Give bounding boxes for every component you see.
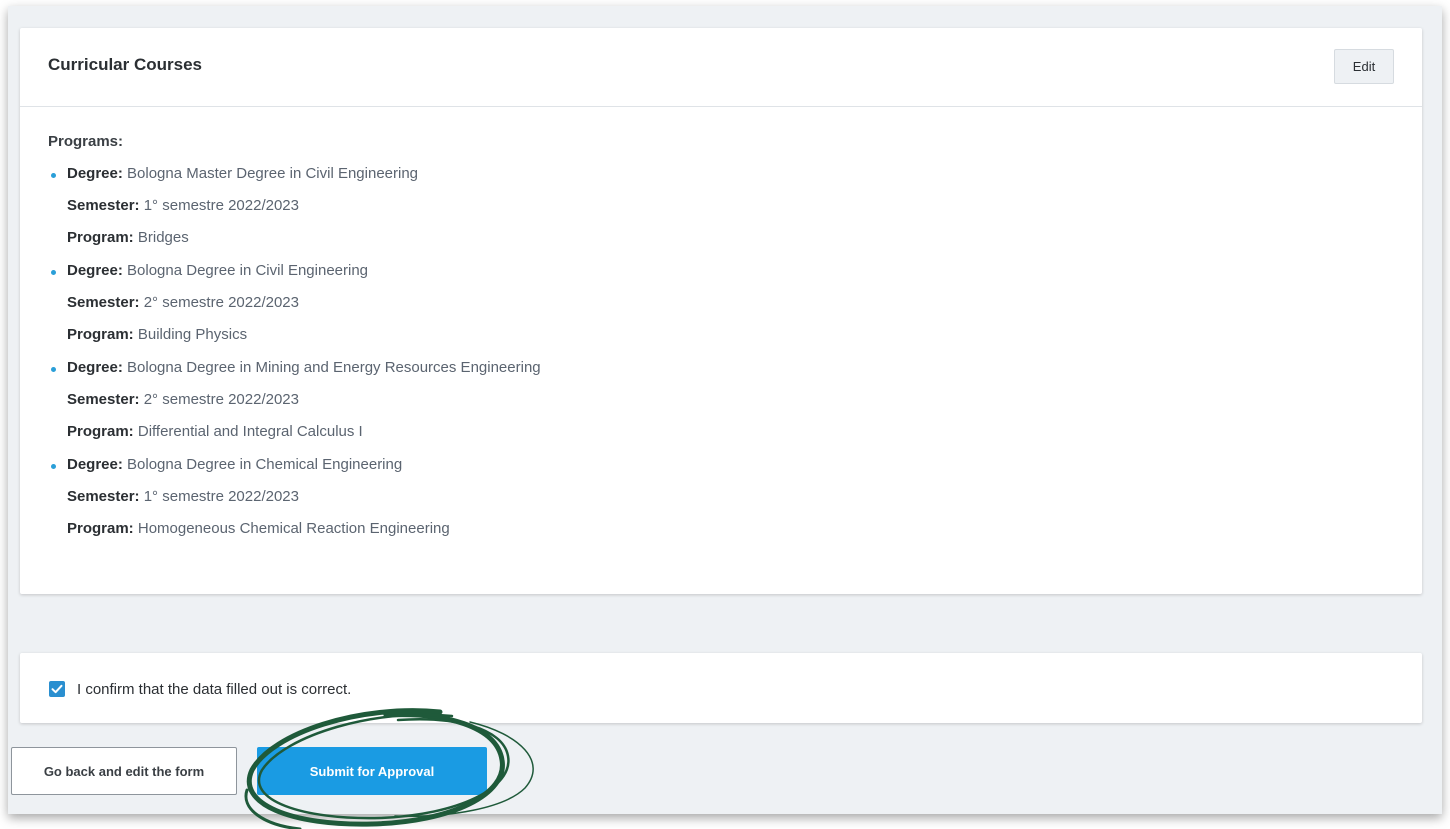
degree-value: Bologna Master Degree in Civil Engineeri… <box>127 165 419 182</box>
page-frame: Curricular Courses Edit Programs: Degree… <box>8 6 1442 814</box>
degree-key: Degree: <box>67 456 123 473</box>
degree-key: Degree: <box>67 165 123 182</box>
program-key: Program: <box>67 423 134 440</box>
program-value: Building Physics <box>137 326 248 343</box>
degree-value: Bologna Degree in Civil Engineering <box>127 262 369 279</box>
program-row: Program: Bridges <box>67 229 1394 246</box>
program-key: Program: <box>67 229 134 246</box>
confirmation-card: I confirm that the data filled out is co… <box>20 653 1422 723</box>
degree-key: Degree: <box>67 359 123 376</box>
section-title: Curricular Courses <box>48 55 202 74</box>
program-row: Program: Building Physics <box>67 326 1394 343</box>
semester-key: Semester: <box>67 391 140 408</box>
confirm-checkbox[interactable] <box>49 681 65 697</box>
go-back-button[interactable]: Go back and edit the form <box>11 747 237 795</box>
program-list: Degree: Bologna Master Degree in Civil E… <box>48 165 1394 537</box>
program-item: Degree: Bologna Master Degree in Civil E… <box>48 165 1394 246</box>
program-key: Program: <box>67 326 134 343</box>
semester-key: Semester: <box>67 294 140 311</box>
programs-label: Programs: <box>48 133 124 150</box>
edit-button[interactable]: Edit <box>1334 49 1394 84</box>
confirm-label: I confirm that the data filled out is co… <box>77 681 352 698</box>
semester-row: Semester: 1° semestre 2022/2023 <box>67 197 1394 214</box>
submit-for-approval-button[interactable]: Submit for Approval <box>257 747 487 795</box>
bullet-icon <box>51 367 56 372</box>
curricular-courses-card: Curricular Courses Edit Programs: Degree… <box>20 28 1422 594</box>
bullet-icon <box>51 270 56 275</box>
semester-value: 1° semestre 2022/2023 <box>143 488 299 505</box>
semester-value: 2° semestre 2022/2023 <box>143 391 299 408</box>
program-item: Degree: Bologna Degree in Civil Engineer… <box>48 262 1394 343</box>
program-item: Degree: Bologna Degree in Chemical Engin… <box>48 456 1394 537</box>
semester-row: Semester: 2° semestre 2022/2023 <box>67 294 1394 311</box>
degree-row: Degree: Bologna Degree in Civil Engineer… <box>67 262 1394 279</box>
degree-row: Degree: Bologna Degree in Mining and Ene… <box>67 359 1394 376</box>
semester-key: Semester: <box>67 488 140 505</box>
card-body: Programs: Degree: Bologna Master Degree … <box>20 107 1422 537</box>
semester-row: Semester: 2° semestre 2022/2023 <box>67 391 1394 408</box>
checkmark-icon <box>51 684 63 694</box>
card-header: Curricular Courses Edit <box>20 28 1422 107</box>
bullet-icon <box>51 464 56 469</box>
bullet-icon <box>51 173 56 178</box>
program-value: Differential and Integral Calculus I <box>137 423 363 440</box>
semester-value: 2° semestre 2022/2023 <box>143 294 299 311</box>
degree-key: Degree: <box>67 262 123 279</box>
semester-key: Semester: <box>67 197 140 214</box>
degree-row: Degree: Bologna Master Degree in Civil E… <box>67 165 1394 182</box>
degree-value: Bologna Degree in Chemical Engineering <box>127 456 403 473</box>
program-item: Degree: Bologna Degree in Mining and Ene… <box>48 359 1394 440</box>
semester-row: Semester: 1° semestre 2022/2023 <box>67 488 1394 505</box>
program-row: Program: Homogeneous Chemical Reaction E… <box>67 520 1394 537</box>
program-row: Program: Differential and Integral Calcu… <box>67 423 1394 440</box>
degree-row: Degree: Bologna Degree in Chemical Engin… <box>67 456 1394 473</box>
semester-value: 1° semestre 2022/2023 <box>143 197 299 214</box>
program-key: Program: <box>67 520 134 537</box>
degree-value: Bologna Degree in Mining and Energy Reso… <box>127 359 541 376</box>
program-value: Bridges <box>137 229 189 246</box>
program-value: Homogeneous Chemical Reaction Engineerin… <box>137 520 450 537</box>
